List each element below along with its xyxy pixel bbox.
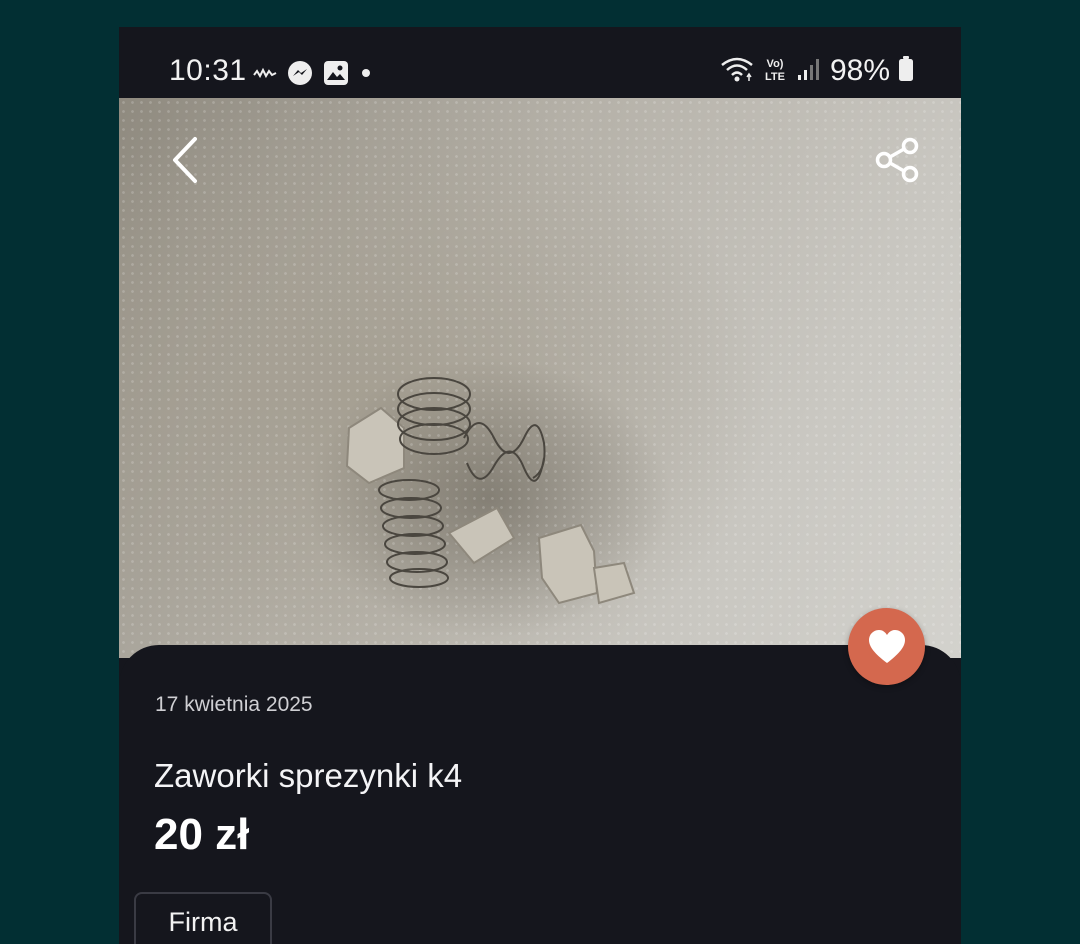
heart-icon <box>868 629 905 663</box>
status-time: 10:31 <box>169 54 247 87</box>
status-bar: 10:31 Vo) LTE 98% <box>119 27 961 98</box>
phone-screen: 10:31 Vo) LTE 98% 17 kwietnia 2025 Zawor… <box>119 27 961 944</box>
dot-icon <box>359 66 373 85</box>
share-button[interactable] <box>868 130 928 190</box>
status-left-icons <box>253 60 373 91</box>
share-icon <box>875 137 919 183</box>
gallery-icon <box>323 60 349 91</box>
listing-photo[interactable] <box>119 98 961 658</box>
signal-wave-icon <box>253 66 277 85</box>
chevron-left-icon <box>173 137 197 183</box>
listing-details-sheet: 17 kwietnia 2025 Zaworki sprezynki k4 20… <box>119 645 961 944</box>
wifi-icon <box>720 55 754 88</box>
listing-title: Zaworki sprezynki k4 <box>154 757 463 794</box>
favorite-button[interactable] <box>848 608 925 685</box>
springs-and-valves-illustration <box>345 377 636 605</box>
back-button[interactable] <box>154 130 214 190</box>
listing-date: 17 kwietnia 2025 <box>155 693 313 716</box>
svg-text:LTE: LTE <box>765 71 785 83</box>
svg-text:Vo): Vo) <box>767 58 784 70</box>
battery-icon <box>898 55 914 87</box>
listing-price: 20 zł <box>154 810 250 859</box>
battery-percent: 98% <box>829 54 890 87</box>
volte-icon: Vo) LTE <box>762 55 788 88</box>
messenger-icon <box>287 60 313 91</box>
cell-signal-icon <box>796 57 822 86</box>
business-tag: Firma <box>134 892 272 944</box>
status-right: Vo) LTE 98% <box>720 54 914 88</box>
